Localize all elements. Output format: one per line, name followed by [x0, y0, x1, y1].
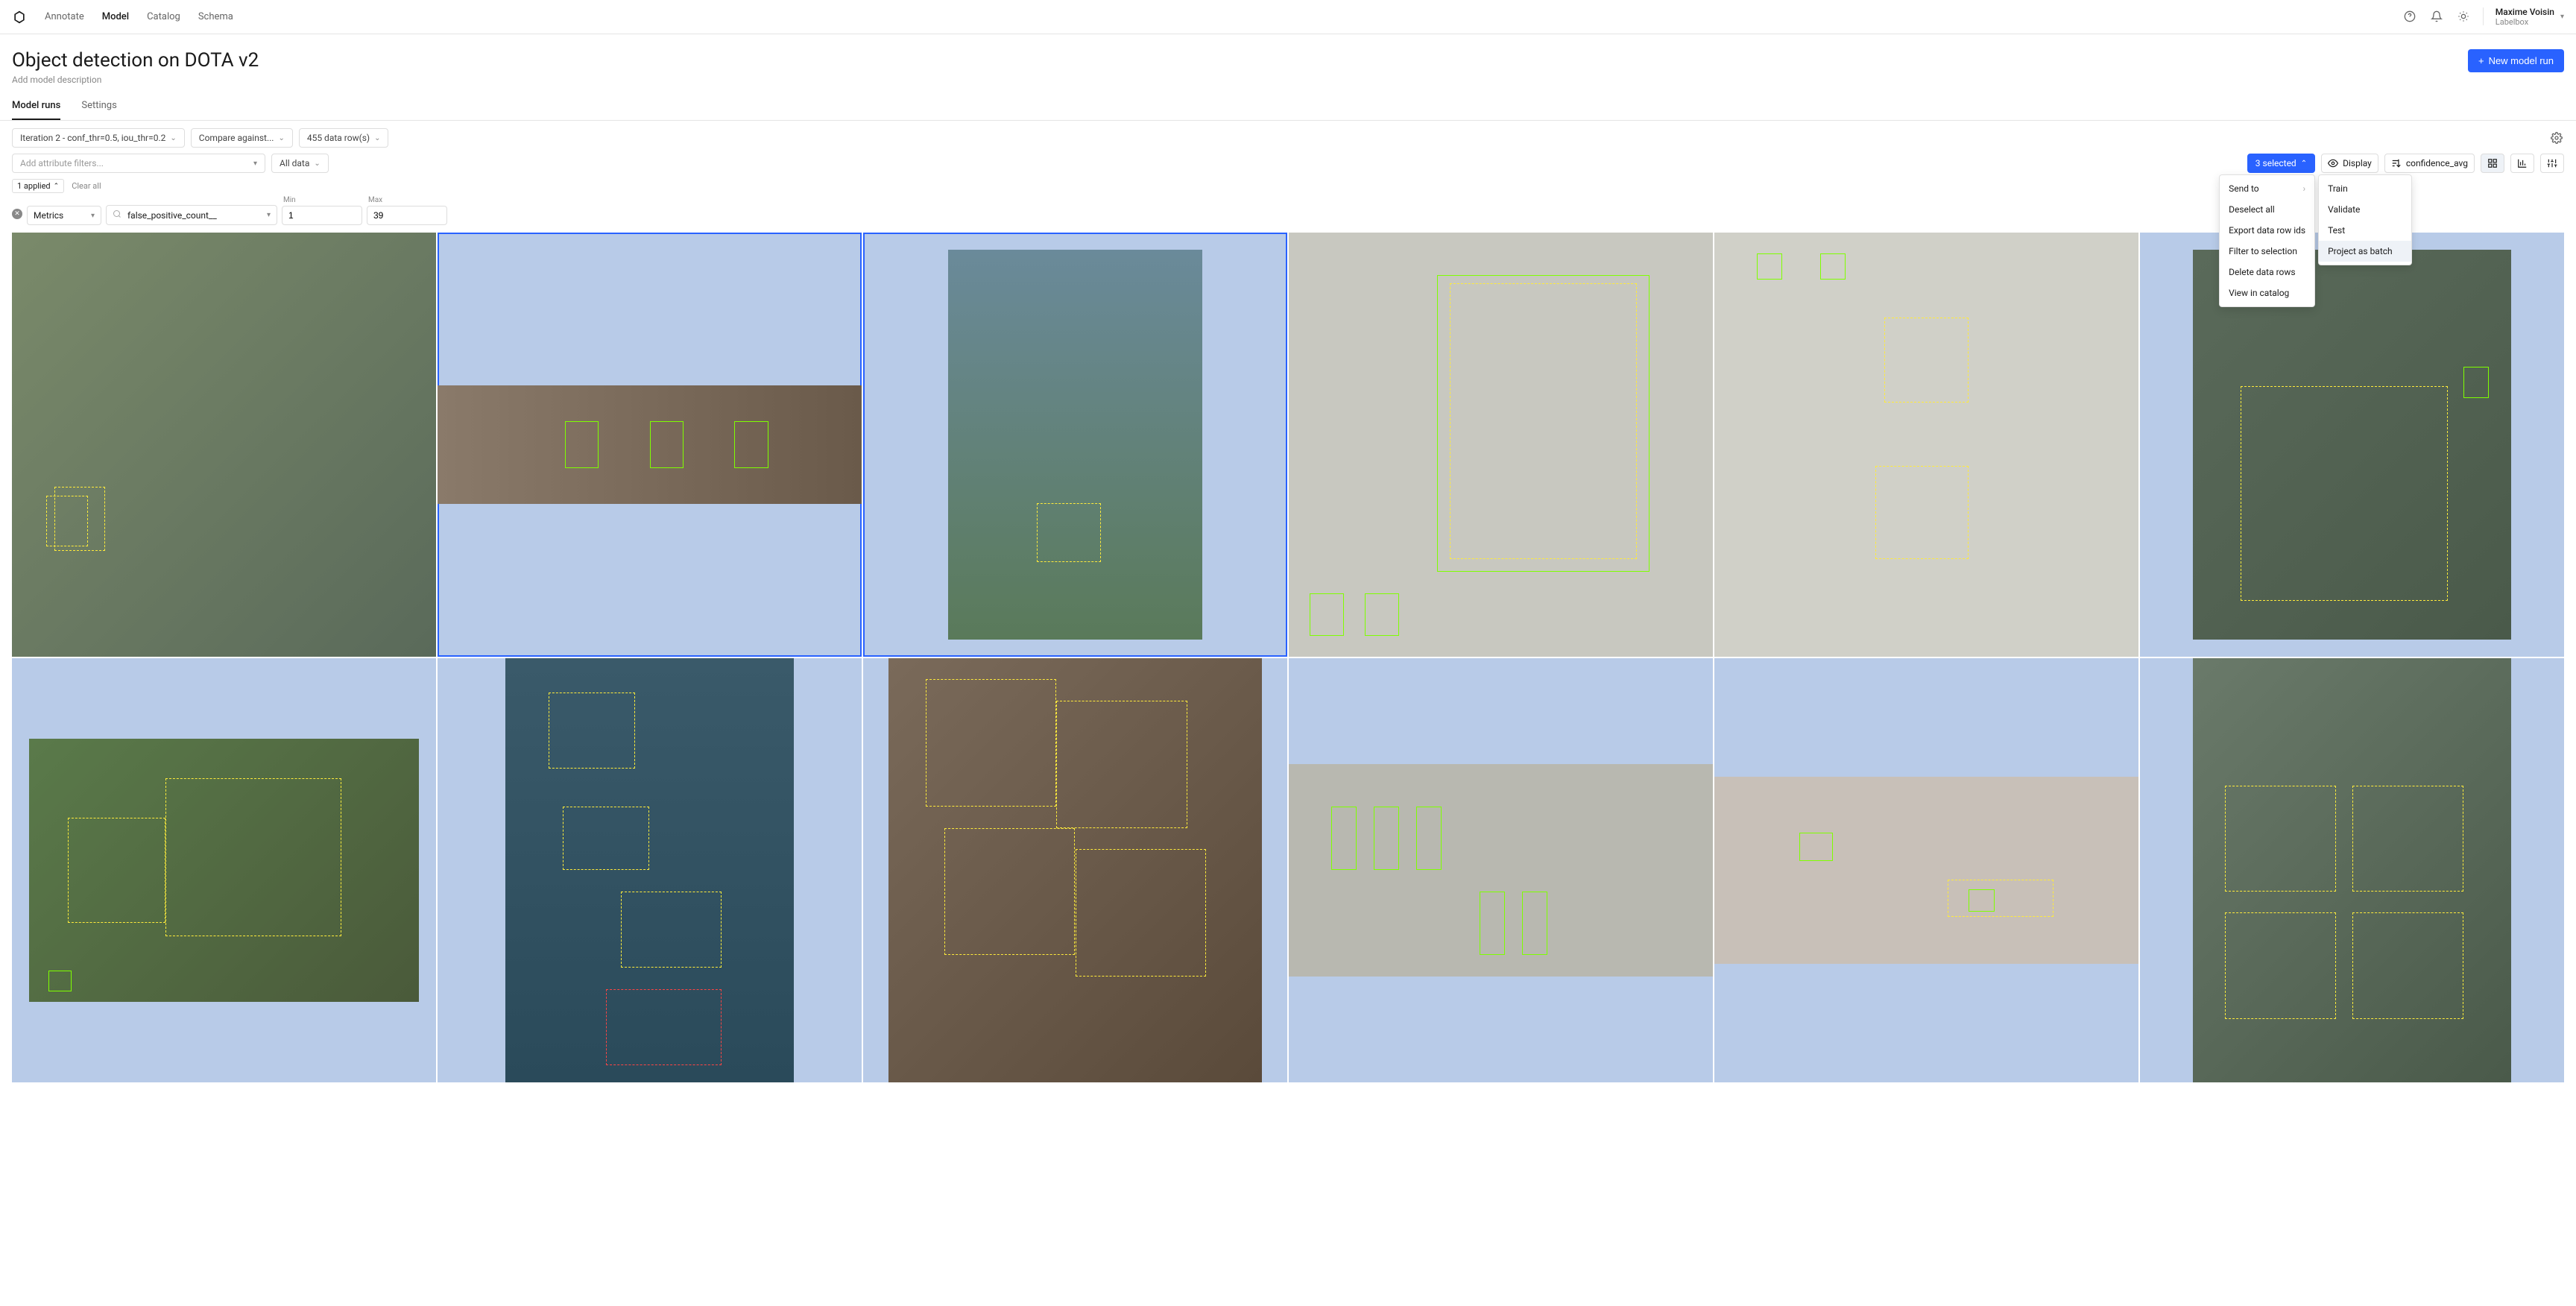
chevron-right-icon: › — [2302, 183, 2305, 194]
thumbnail[interactable] — [2140, 233, 2564, 657]
nav-annotate[interactable]: Annotate — [45, 11, 84, 22]
chart-icon — [2517, 158, 2528, 168]
chevron-down-icon: ⌄ — [170, 134, 176, 142]
compare-select[interactable]: Compare against...⌄ — [191, 128, 293, 148]
eye-icon — [2328, 158, 2338, 168]
chart-view-button[interactable] — [2510, 154, 2534, 173]
thumbnail[interactable] — [12, 233, 436, 657]
chevron-down-icon: ▾ — [91, 212, 95, 220]
thumbnail[interactable] — [863, 658, 1287, 1082]
chevron-up-icon: ⌃ — [2301, 160, 2307, 168]
remove-filter-button[interactable]: ✕ — [12, 209, 22, 219]
thumbnail[interactable] — [1289, 658, 1713, 1082]
logo[interactable] — [12, 10, 27, 25]
tab-model-runs[interactable]: Model runs — [12, 100, 60, 120]
chevron-down-icon: ⌄ — [314, 160, 320, 168]
max-input-group: Max — [367, 196, 447, 225]
menu-filter-selection[interactable]: Filter to selection — [2220, 241, 2314, 262]
nav-catalog[interactable]: Catalog — [147, 11, 180, 22]
user-menu[interactable]: Maxime Voisin Labelbox ▾ — [2496, 7, 2564, 28]
submenu-train[interactable]: Train — [2319, 178, 2411, 199]
thumbnail[interactable] — [438, 658, 862, 1082]
user-name: Maxime Voisin — [2496, 7, 2554, 17]
search-icon — [113, 209, 121, 221]
main-nav: Annotate Model Catalog Schema — [45, 11, 233, 22]
metrics-select[interactable]: Metrics▾ — [27, 206, 101, 225]
chevron-down-icon: ⌄ — [278, 134, 284, 142]
page-title: Object detection on DOTA v2 — [12, 49, 259, 72]
menu-delete-rows[interactable]: Delete data rows — [2220, 262, 2314, 283]
divider — [2483, 7, 2484, 25]
min-input[interactable] — [282, 206, 362, 225]
bell-icon[interactable] — [2429, 9, 2444, 24]
iteration-select[interactable]: Iteration 2 - conf_thr=0.5, iou_thr=0.2⌄ — [12, 128, 185, 148]
plus-icon: + — [2478, 55, 2484, 66]
sort-button[interactable]: confidence_avg — [2384, 154, 2475, 173]
sort-icon — [2391, 158, 2402, 168]
thumbnail[interactable] — [863, 233, 1287, 657]
selection-dropdown: Send to› Deselect all Export data row id… — [2219, 174, 2315, 307]
menu-send-to[interactable]: Send to› — [2220, 178, 2314, 199]
menu-view-catalog[interactable]: View in catalog — [2220, 283, 2314, 303]
new-model-run-button[interactable]: + New model run — [2468, 49, 2564, 72]
sliders-icon — [2547, 158, 2557, 168]
send-to-submenu: Train Validate Test Project as batch — [2318, 174, 2412, 265]
image-gallery — [0, 231, 2576, 1084]
chevron-up-icon: ⌃ — [54, 183, 60, 190]
chevron-down-icon: ▾ — [253, 160, 257, 168]
display-button[interactable]: Display — [2321, 154, 2378, 173]
tune-view-button[interactable] — [2540, 154, 2564, 173]
theme-icon[interactable] — [2456, 9, 2471, 24]
thumbnail[interactable] — [438, 233, 862, 657]
grid-view-button[interactable] — [2481, 154, 2504, 173]
attribute-filter-input[interactable]: Add attribute filters...▾ — [12, 154, 265, 173]
help-icon[interactable] — [2402, 9, 2417, 24]
user-org: Labelbox — [2496, 17, 2554, 27]
thumbnail[interactable] — [1714, 233, 2138, 657]
menu-export-ids[interactable]: Export data row ids — [2220, 220, 2314, 241]
gear-icon[interactable] — [2549, 130, 2564, 145]
nav-schema[interactable]: Schema — [198, 11, 233, 22]
data-scope-select[interactable]: All data⌄ — [271, 154, 329, 173]
submenu-test[interactable]: Test — [2319, 220, 2411, 241]
tab-settings[interactable]: Settings — [81, 100, 116, 120]
clear-all-button[interactable]: Clear all — [72, 181, 101, 191]
submenu-validate[interactable]: Validate — [2319, 199, 2411, 220]
thumbnail[interactable] — [1289, 233, 1713, 657]
selection-menu-button[interactable]: 3 selected⌃ — [2247, 154, 2315, 173]
applied-filters-badge[interactable]: 1 applied⌃ — [12, 179, 64, 193]
chevron-down-icon: ▾ — [267, 211, 271, 219]
max-input[interactable] — [367, 206, 447, 225]
nav-model[interactable]: Model — [102, 11, 129, 22]
thumbnail[interactable] — [1714, 658, 2138, 1082]
min-input-group: Min — [282, 196, 362, 225]
submenu-project-batch[interactable]: Project as batch — [2319, 241, 2411, 262]
thumbnail[interactable] — [12, 658, 436, 1082]
chevron-down-icon: ⌄ — [374, 134, 380, 142]
page-description[interactable]: Add model description — [12, 75, 259, 85]
rows-select[interactable]: 455 data row(s)⌄ — [299, 128, 389, 148]
thumbnail[interactable] — [2140, 658, 2564, 1082]
menu-deselect-all[interactable]: Deselect all — [2220, 199, 2314, 220]
grid-icon — [2487, 158, 2498, 168]
attribute-select[interactable]: false_positive_count__ ▾ — [106, 205, 277, 225]
chevron-down-icon: ▾ — [2560, 13, 2564, 21]
